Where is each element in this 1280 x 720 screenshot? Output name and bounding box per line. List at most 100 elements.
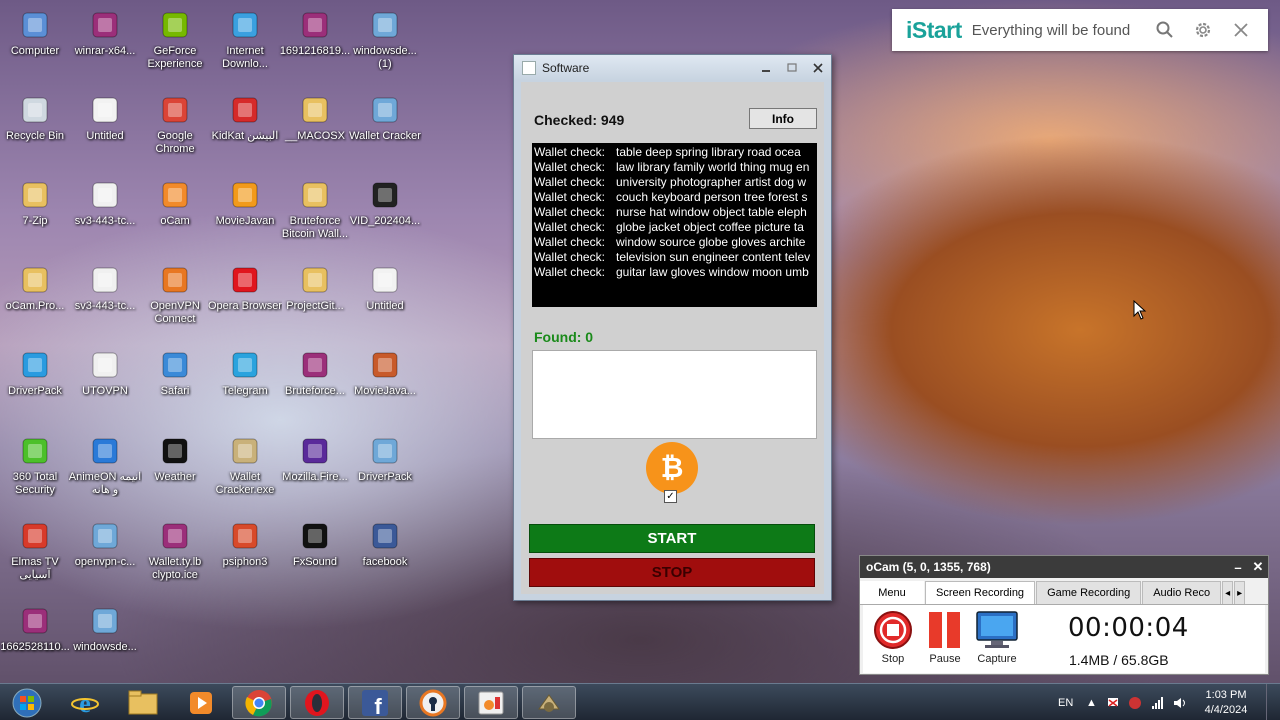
ocam-titlebar[interactable]: oCam (5, 0, 1355, 768) – ✕ <box>860 556 1268 578</box>
tab-menu[interactable]: Menu <box>860 581 924 604</box>
istart-bar[interactable]: iStart Everything will be found <box>892 9 1268 51</box>
desktop-icon[interactable]: windowsde... (1) <box>348 4 422 80</box>
show-hidden-icons-icon[interactable]: ▲ <box>1086 684 1097 720</box>
desktop-icon[interactable]: GeForce Experience <box>138 4 212 80</box>
desktop-icon[interactable]: sv3-443-tc... <box>68 259 142 335</box>
close-icon[interactable] <box>1228 17 1254 43</box>
desktop-icon[interactable]: Wallet Cracker <box>348 89 422 165</box>
desktop-icon[interactable]: KidKat البيشن <box>208 89 282 165</box>
search-icon[interactable] <box>1152 17 1178 43</box>
file-icon <box>88 93 122 127</box>
software-window[interactable]: Software Checked: 949 Info Wallet check:… <box>513 54 832 601</box>
desktop-icon[interactable]: FxSound <box>278 515 352 591</box>
desktop-icon[interactable]: Elmas TV آسیایی <box>0 515 72 591</box>
desktop-icon[interactable]: __MACOSX <box>278 89 352 165</box>
opera-icon[interactable] <box>290 686 344 719</box>
desktop-icon-label: Untitled <box>366 300 404 312</box>
network-signal-icon[interactable] <box>1151 684 1165 720</box>
language-indicator[interactable]: EN <box>1058 684 1073 720</box>
maximize-icon[interactable] <box>779 59 805 77</box>
desktop-icon[interactable]: AnimeON انیمه و هانه <box>68 430 142 506</box>
desktop-icon[interactable]: winrar-x64... <box>68 4 142 80</box>
minimize-icon[interactable]: – <box>1228 560 1248 575</box>
desktop-icon[interactable]: ProjectGit... <box>278 259 352 335</box>
desktop-icon[interactable]: Internet Downlo... <box>208 4 282 80</box>
ocam-capture-button[interactable]: Capture <box>971 609 1023 665</box>
system-clock[interactable]: 1:03 PM 4/4/2024 <box>1196 688 1256 718</box>
desktop-icon[interactable]: Telegram <box>208 344 282 420</box>
desktop-icon[interactable]: MovieJavan <box>208 174 282 250</box>
desktop-icon-label: UTOVPN <box>82 385 128 397</box>
desktop-icon[interactable]: Safari <box>138 344 212 420</box>
desktop-icon[interactable]: 1662528110... <box>0 600 72 676</box>
tab-audio-recording[interactable]: Audio Reco <box>1142 581 1222 604</box>
openvpn-icon[interactable] <box>406 686 460 719</box>
volume-icon[interactable] <box>1173 684 1189 720</box>
desktop-icon[interactable]: sv3-443-tc... <box>68 174 142 250</box>
desktop-icon[interactable]: 1691216819... <box>278 4 352 80</box>
desktop-icon[interactable]: oCam <box>138 174 212 250</box>
file-explorer-icon[interactable] <box>116 686 170 719</box>
desktop-icon[interactable]: 360 Total Security <box>0 430 72 506</box>
desktop-icon[interactable]: Untitled <box>68 89 142 165</box>
action-center-flag-icon[interactable] <box>1106 684 1120 720</box>
ocam-icon[interactable] <box>464 686 518 719</box>
log-row-value: globe jacket object coffee picture ta <box>616 220 804 234</box>
log-row: Wallet check: table deep spring library r… <box>532 145 817 160</box>
window-titlebar[interactable]: Software <box>514 55 831 81</box>
found-results-box[interactable] <box>532 350 817 439</box>
desktop-icon[interactable]: Google Chrome <box>138 89 212 165</box>
wallet-cracker-icon[interactable] <box>522 686 576 719</box>
tab-game-recording[interactable]: Game Recording <box>1036 581 1142 604</box>
desktop-icon[interactable]: UTOVPN <box>68 344 142 420</box>
ocam-panel[interactable]: oCam (5, 0, 1355, 768) – ✕ Menu Screen R… <box>859 555 1269 675</box>
facebook-icon[interactable]: f <box>348 686 402 719</box>
istart-logo[interactable]: iStart <box>906 17 962 44</box>
close-icon[interactable] <box>805 59 831 77</box>
desktop-icon[interactable]: Bruteforce... <box>278 344 352 420</box>
log-row-value: law library family world thing mug en <box>616 160 810 174</box>
desktop-icon[interactable]: Wallet.ty.lb clypto.ice <box>138 515 212 591</box>
desktop-icon[interactable]: 7-Zip <box>0 174 72 250</box>
ocam-pause-button[interactable]: Pause <box>919 609 971 665</box>
wallet-check-log[interactable]: Wallet check: table deep spring library r… <box>532 143 817 307</box>
desktop-icon[interactable]: Weather <box>138 430 212 506</box>
minimize-icon[interactable] <box>753 59 779 77</box>
desktop-icon[interactable]: Untitled <box>348 259 422 335</box>
tab-screen-recording[interactable]: Screen Recording <box>925 581 1036 604</box>
bitcoin-checkbox[interactable]: ✓ <box>664 490 677 503</box>
tab-scroll-right-icon[interactable]: ▸ <box>1234 581 1246 604</box>
desktop-icon[interactable]: psiphon3 <box>208 515 282 591</box>
info-button[interactable]: Info <box>749 108 817 129</box>
start-orb-icon[interactable] <box>2 686 52 719</box>
desktop-icon[interactable]: Opera Browser <box>208 259 282 335</box>
tab-scroll-left-icon[interactable]: ◂ <box>1222 581 1234 604</box>
internet-explorer-icon[interactable]: e <box>58 686 112 719</box>
tray-app-icon[interactable] <box>1128 684 1142 720</box>
ocam-stop-button[interactable]: Stop <box>867 609 919 665</box>
desktop-icon[interactable]: facebook <box>348 515 422 591</box>
desktop-icon[interactable]: Mozilla.Fire... <box>278 430 352 506</box>
desktop-icon[interactable]: openvpn-c... <box>68 515 142 591</box>
show-desktop-button[interactable] <box>1266 684 1280 720</box>
desktop-icon[interactable]: windowsde... <box>68 600 142 676</box>
start-button[interactable]: START <box>529 524 815 553</box>
desktop-icon[interactable]: VID_202404... <box>348 174 422 250</box>
gear-icon[interactable] <box>1190 17 1216 43</box>
close-icon[interactable]: ✕ <box>1248 559 1268 575</box>
desktop-icon[interactable]: Recycle Bin <box>0 89 72 165</box>
folder-icon <box>18 178 52 212</box>
desktop-icon[interactable]: MovieJava... <box>348 344 422 420</box>
taskbar: e f EN ▲ 1:03 PM 4/4/2024 <box>0 683 1280 720</box>
stop-button[interactable]: STOP <box>529 558 815 587</box>
desktop-icon[interactable]: Computer <box>0 4 72 80</box>
desktop-icon[interactable]: OpenVPN Connect <box>138 259 212 335</box>
desktop-icon[interactable]: DriverPack <box>348 430 422 506</box>
winrar-icon <box>18 604 52 638</box>
desktop-icon[interactable]: Bruteforce Bitcoin Wall... <box>278 174 352 250</box>
chrome-icon[interactable] <box>232 686 286 719</box>
desktop-icon[interactable]: Wallet Cracker.exe <box>208 430 282 506</box>
media-player-icon[interactable] <box>174 686 228 719</box>
desktop-icon[interactable]: DriverPack <box>0 344 72 420</box>
desktop-icon[interactable]: oCam.Pro... <box>0 259 72 335</box>
